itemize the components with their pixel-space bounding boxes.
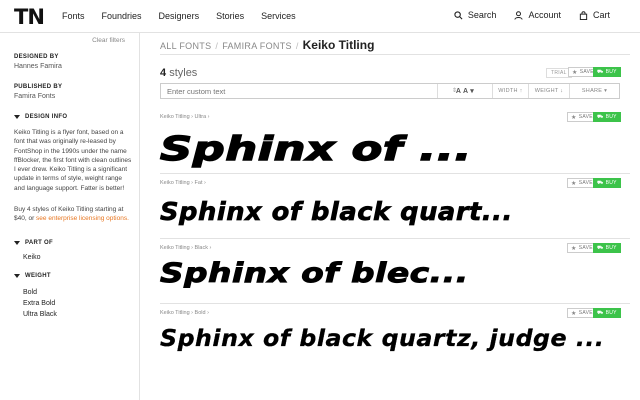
search-label: Search bbox=[467, 10, 497, 20]
style-breadcrumb-bold[interactable]: Keiko Titling › Bold › bbox=[160, 310, 209, 316]
page-title: Keiko Titling bbox=[302, 38, 375, 52]
weight-item-bold[interactable]: Bold bbox=[23, 289, 37, 296]
specimen-bold[interactable]: Sphinx of black quartz, judge ... bbox=[160, 326, 604, 352]
logo[interactable]: TN bbox=[14, 5, 45, 29]
buy-style-button-bold[interactable]: ⛟ BUY bbox=[593, 308, 621, 318]
row-divider bbox=[160, 238, 630, 239]
save-label: SAVE bbox=[578, 114, 593, 120]
buy-label: BUY bbox=[605, 245, 617, 251]
caret-down-icon bbox=[14, 274, 20, 278]
weight-item-extra-bold[interactable]: Extra Bold bbox=[23, 300, 55, 307]
buy-style-button-ultra[interactable]: ⛟ BUY bbox=[593, 112, 621, 122]
save-label: SAVE bbox=[578, 245, 593, 251]
breadcrumb: ALL FONTS / FAMIRA FONTS / Keiko Titling bbox=[160, 38, 374, 52]
designed-by-label: DESIGNED BY bbox=[14, 54, 59, 60]
styles-count-number: 4 bbox=[160, 67, 167, 79]
share-control[interactable]: SHARE ▾ bbox=[570, 84, 619, 98]
nav-services[interactable]: Services bbox=[261, 11, 296, 21]
row-divider bbox=[160, 303, 630, 304]
save-label: SAVE bbox=[578, 310, 593, 316]
cart-button[interactable]: Cart bbox=[579, 10, 610, 20]
star-icon: ★ bbox=[571, 245, 577, 252]
width-sort-control[interactable]: WIDTH ↑ bbox=[493, 84, 529, 98]
buy-info: Buy 4 styles of Keiko Titling starting a… bbox=[14, 205, 132, 224]
cart-label: Cart bbox=[592, 10, 610, 20]
row-divider bbox=[160, 173, 630, 174]
star-icon: ★ bbox=[571, 114, 577, 121]
enterprise-licensing-link[interactable]: see enterprise licensing options. bbox=[36, 215, 129, 222]
search-icon bbox=[454, 10, 463, 19]
caret-down-icon bbox=[14, 115, 20, 119]
weight-item-ultra-black[interactable]: Ultra Black bbox=[23, 311, 57, 318]
size-control[interactable]: A A ▾ bbox=[438, 84, 493, 98]
buy-style-button-black[interactable]: ⛟ BUY bbox=[593, 243, 621, 253]
part-of-item-keiko[interactable]: Keiko bbox=[23, 254, 41, 261]
breadcrumb-divider bbox=[160, 54, 630, 55]
style-breadcrumb-ultra[interactable]: Keiko Titling › Ultra › bbox=[160, 114, 210, 120]
specimen-fat[interactable]: Sphinx of black quart... bbox=[160, 197, 513, 227]
breadcrumb-separator: / bbox=[295, 41, 299, 51]
save-label: SAVE bbox=[578, 180, 593, 186]
design-info-label: DESIGN INFO bbox=[25, 114, 68, 120]
style-breadcrumb-fat[interactable]: Keiko Titling › Fat › bbox=[160, 180, 206, 186]
main-content: ALL FONTS / FAMIRA FONTS / Keiko Titling… bbox=[140, 33, 640, 400]
styles-count-word: styles bbox=[169, 67, 198, 79]
specimen-black[interactable]: Sphinx of blec... bbox=[159, 258, 468, 290]
buy-label: BUY bbox=[605, 180, 617, 186]
buy-style-button-fat[interactable]: ⛟ BUY bbox=[593, 178, 621, 188]
user-icon bbox=[514, 10, 524, 20]
published-by-label: PUBLISHED BY bbox=[14, 84, 63, 90]
part-of-toggle[interactable]: PART OF bbox=[14, 240, 53, 246]
cart-bag-icon bbox=[579, 10, 588, 20]
nav-stories[interactable]: Stories bbox=[216, 11, 244, 21]
published-by-value[interactable]: Famira Fonts bbox=[14, 93, 55, 100]
part-of-label: PART OF bbox=[25, 240, 53, 246]
style-breadcrumb-black[interactable]: Keiko Titling › Black › bbox=[160, 245, 211, 251]
cart-icon: ⛟ bbox=[597, 309, 604, 316]
header-actions: Search Account Cart bbox=[436, 10, 610, 20]
nav-foundries[interactable]: Foundries bbox=[102, 11, 142, 21]
cart-icon: ⛟ bbox=[597, 113, 604, 120]
weight-sort-control[interactable]: WEIGHT ↓ bbox=[529, 84, 570, 98]
star-icon: ★ bbox=[571, 180, 577, 187]
cart-icon: ⛟ bbox=[597, 68, 604, 75]
top-header: TN Fonts Foundries Designers Stories Ser… bbox=[0, 0, 640, 33]
buy-label: BUY bbox=[605, 310, 617, 316]
styles-count: 4 styles bbox=[160, 67, 197, 79]
filter-sidebar: Clear filters DESIGNED BY Hannes Famira … bbox=[0, 33, 140, 400]
designed-by-value[interactable]: Hannes Famira bbox=[14, 63, 62, 70]
star-icon: ★ bbox=[571, 310, 577, 317]
nav-designers[interactable]: Designers bbox=[159, 11, 200, 21]
breadcrumb-famira-fonts[interactable]: FAMIRA FONTS bbox=[222, 41, 292, 51]
cart-icon: ⛟ bbox=[597, 244, 604, 251]
breadcrumb-all-fonts[interactable]: ALL FONTS bbox=[160, 41, 211, 51]
specimen-toolbar: ⇕ A A ▾ WIDTH ↑ WEIGHT ↓ SHARE ▾ bbox=[160, 83, 620, 99]
custom-text-input[interactable] bbox=[161, 84, 438, 98]
breadcrumb-separator: / bbox=[215, 41, 219, 51]
account-label: Account bbox=[528, 10, 561, 20]
search-button[interactable]: Search bbox=[454, 10, 497, 20]
star-icon: ★ bbox=[572, 69, 578, 76]
cart-icon: ⛟ bbox=[597, 179, 604, 186]
specimen-ultra[interactable]: Sphinx of ... bbox=[159, 128, 472, 168]
clear-filters-link[interactable]: Clear filters bbox=[92, 37, 125, 44]
nav-fonts[interactable]: Fonts bbox=[62, 11, 85, 21]
buy-family-label: BUY bbox=[605, 69, 617, 75]
design-info-toggle[interactable]: DESIGN INFO bbox=[14, 114, 67, 120]
save-family-label: SAVE bbox=[579, 69, 594, 75]
weight-label: WEIGHT bbox=[25, 273, 51, 279]
caret-down-icon bbox=[14, 241, 20, 245]
weight-toggle[interactable]: WEIGHT bbox=[14, 273, 51, 279]
buy-label: BUY bbox=[605, 114, 617, 120]
main-nav: Fonts Foundries Designers Stories Servic… bbox=[62, 11, 313, 21]
buy-family-button[interactable]: ⛟ BUY bbox=[593, 67, 621, 77]
account-button[interactable]: Account bbox=[514, 10, 561, 20]
design-info-text: Keiko Titling is a flyer font, based on … bbox=[14, 129, 132, 192]
text-stepper-icon[interactable]: ⇕ bbox=[452, 87, 457, 94]
